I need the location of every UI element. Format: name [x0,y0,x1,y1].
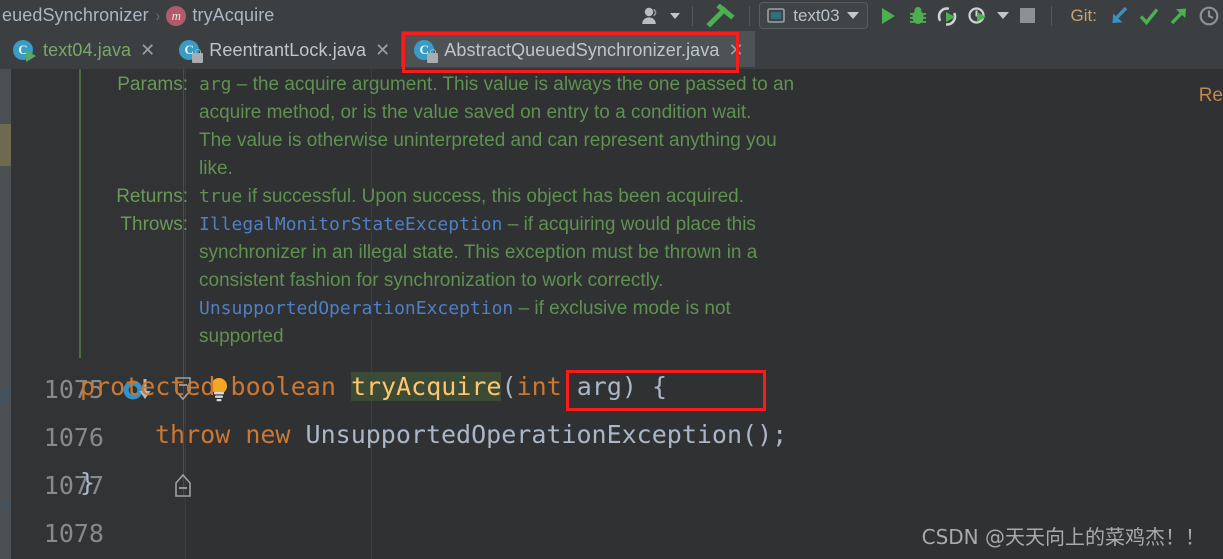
run-configuration-selector[interactable]: text03 [759,2,868,29]
param-arg: arg [561,372,622,401]
method-icon: m [166,5,187,26]
javadoc-params-line3: The value is otherwise uninterpreted and… [199,130,777,151]
throws-1-dash: – [502,214,524,235]
breadcrumb-separator-icon: › [155,5,160,25]
git-update-project-icon[interactable] [1105,3,1133,29]
git-history-clock-icon[interactable] [1195,3,1223,29]
javadoc-returns-label: Returns: [116,186,188,207]
java-library-class-icon: C [178,39,204,63]
java-runnable-class-icon: C [12,39,36,62]
javadoc-returns-row: Returns: true if successful. Upon succes… [96,183,794,211]
tab-label: ReentrantLock.java [209,39,367,60]
toolbar-right-group: text03 Git: [637,2,1223,29]
javadoc-throws-row-2: UnsupportedOperationException – if exclu… [96,295,794,323]
toolbar-divider-2 [749,5,751,26]
stripe-marker-1 [0,124,11,166]
code-line-1076[interactable]: throw new UnsupportedOperationException(… [155,420,787,449]
javadoc-throws-label: Throws: [120,214,188,235]
run-options-dropdown-icon[interactable] [994,3,1012,29]
paren-open: ( [501,372,517,401]
brace-open: { [636,372,668,401]
brace-close: } [80,468,96,497]
chevron-down-icon [846,12,859,19]
keyword-boolean: boolean [230,372,336,401]
tab-label: text04.java [43,39,132,60]
chevron-down-icon [996,12,1009,19]
build-hammer-icon[interactable] [702,3,740,29]
paren-close: ) [621,372,637,401]
debug-bug-icon[interactable] [904,3,932,29]
method-name-tryacquire[interactable]: tryAcquire [350,372,502,401]
git-label: Git: [1070,5,1097,25]
javadoc-returns-text: true if successful. Upon success, this o… [199,183,744,211]
exception-expression: UnsupportedOperationException(); [305,420,788,449]
exception-link-unsupportedoperation[interactable]: UnsupportedOperationException [199,298,513,319]
code-line-1075[interactable]: protected boolean tryAcquire(int arg) { [80,372,667,401]
javadoc-params-row: Params: arg – the acquire argument. This… [96,71,794,99]
tab-text04-java[interactable]: C text04.java ✕ [0,31,167,69]
csdn-watermark: CSDN @天天向上的菜鸡杰！！ [921,525,1205,549]
breadcrumb: euedSynchronizer › m tryAcquire [0,5,274,26]
close-icon[interactable]: ✕ [375,41,390,59]
user-profile-icon[interactable] [637,3,665,29]
returns-description: if successful. Upon success, this object… [242,186,745,207]
javadoc-params-line2: acquire method, or is the value saved on… [199,102,752,123]
javadoc-throws-text-1: IllegalMonitorStateException – if acquir… [199,211,756,239]
fold-end-icon[interactable] [172,472,192,498]
toolbar-divider [692,5,694,26]
inlay-hint: Re [1198,85,1223,106]
javadoc-throws-row: Throws: IllegalMonitorStateException – i… [96,211,794,239]
line-number: 1076 [43,423,104,452]
application-config-icon [767,7,786,23]
java-library-class-icon: C [413,39,439,63]
breadcrumb-method[interactable]: tryAcquire [192,5,274,26]
javadoc-params-text: arg – the acquire argument. This value i… [199,71,794,99]
stop-square-icon[interactable] [1014,3,1042,29]
param-dash: – [231,74,253,95]
keyword-throw: throw [155,420,231,449]
git-commit-check-icon[interactable] [1135,3,1163,29]
run-with-profiler-icon[interactable] [964,3,992,29]
user-profile-dropdown-icon[interactable] [667,3,683,29]
run-config-name: text03 [793,5,840,25]
javadoc-block-indicator [79,69,81,358]
throws-2-line2: supported [199,326,284,347]
throws-1-line2: synchronizer in an illegal state. This e… [199,242,758,263]
throws-1-line3: consistent fashion for synchronization t… [199,270,664,291]
breadcrumb-class[interactable]: euedSynchronizer [2,5,149,26]
param-name: arg [199,74,232,95]
line-number: 1078 [43,519,104,548]
param-text-1: the acquire argument. This value is alwa… [252,74,795,95]
close-icon[interactable]: ✕ [729,41,744,59]
code-editor[interactable]: Params: arg – the acquire argument. This… [0,69,1223,559]
toolbar-divider-3 [1050,5,1052,26]
code-line-1077[interactable]: } [80,468,95,497]
tab-abstractqueuedsynchronizer-java[interactable]: C AbstractQueuedSynchronizer.java ✕ [401,31,755,69]
javadoc-params-label: Params: [117,74,188,95]
stripe-marker-3 [0,501,11,510]
chevron-down-icon [670,12,681,19]
throws-1-line1: if acquiring would place this [523,214,756,235]
git-push-arrow-icon[interactable] [1165,3,1193,29]
tab-reentrantlock-java[interactable]: C ReentrantLock.java ✕ [166,31,402,69]
run-play-icon[interactable] [874,3,902,29]
throws-2-line1: if exclusive mode is not [534,298,731,319]
keyword-int: int [516,372,562,401]
javadoc-params-line4: like. [199,158,233,179]
keyword-new: new [245,420,291,449]
main-toolbar: euedSynchronizer › m tryAcquire text03 G… [0,0,1223,31]
close-icon[interactable]: ✕ [140,41,155,59]
exception-link-illegalmonitorstate[interactable]: IllegalMonitorStateException [199,214,502,235]
editor-tab-bar: C text04.java ✕ C ReentrantLock.java ✕ C… [0,31,1223,69]
run-with-coverage-icon[interactable] [934,3,962,29]
tab-label: AbstractQueuedSynchronizer.java [444,39,720,60]
keyword-protected: protected [80,372,216,401]
javadoc-block: Params: arg – the acquire argument. This… [96,71,794,351]
throws-2-dash: – [513,298,535,319]
returns-literal: true [199,186,243,207]
